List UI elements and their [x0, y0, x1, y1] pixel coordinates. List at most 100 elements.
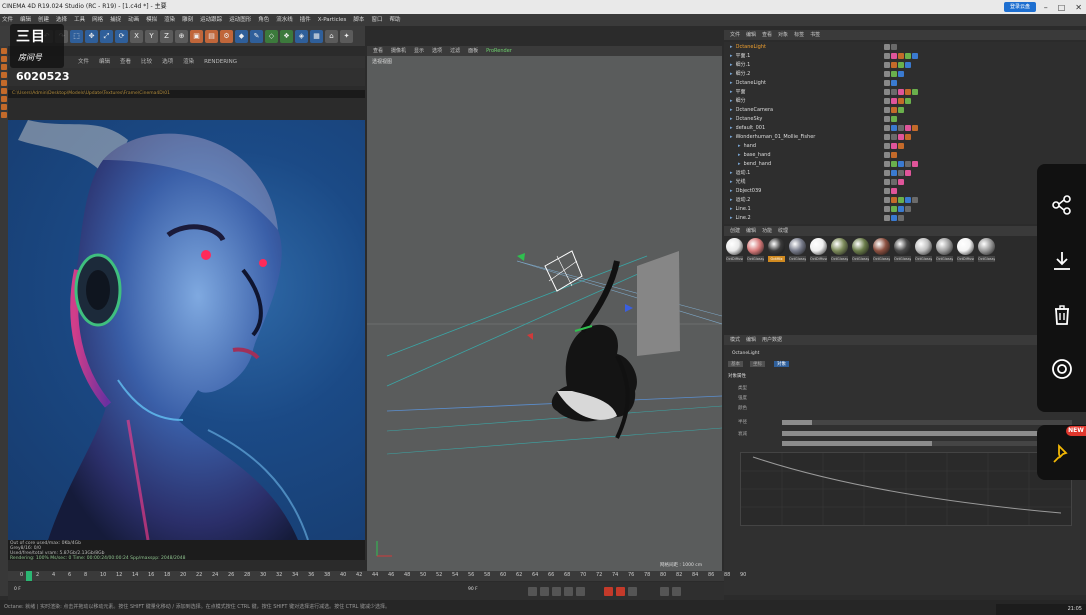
menu-item[interactable]: 窗口 — [371, 14, 382, 26]
attributes-menu-item[interactable]: 模式 — [730, 335, 740, 345]
tag-icon[interactable] — [905, 61, 911, 68]
object-manager-menu-item[interactable]: 文件 — [730, 30, 740, 40]
intensity-slider[interactable] — [782, 441, 932, 446]
array-icon[interactable]: ❖ — [280, 29, 293, 43]
render-view-menu-item[interactable]: 文件 — [78, 56, 89, 68]
visibility-dot[interactable] — [884, 169, 890, 176]
render-view-menu-item[interactable]: 查看 — [120, 56, 131, 68]
tag-icon[interactable] — [891, 70, 897, 77]
tag-icon[interactable] — [898, 106, 904, 113]
pin-icon[interactable] — [1051, 443, 1073, 465]
material-swatch[interactable]: OctGlossy — [873, 238, 890, 262]
menu-item[interactable]: 捕捉 — [110, 14, 121, 26]
tag-icon[interactable] — [905, 196, 911, 203]
render-view-icon[interactable]: ▣ — [190, 29, 203, 43]
menu-item[interactable]: 脚本 — [353, 14, 364, 26]
download-icon[interactable] — [1051, 250, 1073, 272]
tag-icon[interactable] — [905, 52, 911, 59]
tag-icon[interactable] — [905, 169, 911, 176]
visibility-dot[interactable] — [884, 61, 890, 68]
render-view-menu-item[interactable]: 渲染 — [183, 56, 194, 68]
menu-item[interactable]: 运动跟踪 — [200, 14, 222, 26]
model-mode-icon[interactable] — [1, 48, 7, 54]
tag-icon[interactable] — [891, 214, 897, 221]
record-icon[interactable] — [604, 587, 613, 596]
scale-icon[interactable]: ⤢ — [100, 29, 113, 43]
object-row[interactable]: ▸ 平面 — [724, 87, 1086, 96]
tag-icon[interactable] — [898, 169, 904, 176]
tag-icon[interactable] — [898, 70, 904, 77]
menu-item[interactable]: 工具 — [74, 14, 85, 26]
tab-basic[interactable]: 基本 — [728, 361, 743, 367]
tag-icon[interactable] — [898, 97, 904, 104]
visibility-dot[interactable] — [884, 106, 890, 113]
cube-icon[interactable]: ◆ — [235, 29, 248, 43]
menu-item[interactable]: 渲染 — [164, 14, 175, 26]
tag-icon[interactable] — [891, 205, 897, 212]
attributes-menu-item[interactable]: 用户数据 — [762, 335, 782, 345]
tag-icon[interactable] — [912, 52, 918, 59]
object-row[interactable]: ▸ 细分.1 — [724, 60, 1086, 69]
minimize-icon[interactable]: – — [1044, 3, 1048, 12]
record-screen-icon[interactable] — [1051, 358, 1073, 380]
material-swatch[interactable]: OctDiffuse — [957, 238, 974, 262]
visibility-dot[interactable] — [884, 88, 890, 95]
render-settings-icon[interactable]: ⚙ — [220, 29, 233, 43]
visibility-dot[interactable] — [884, 70, 890, 77]
delete-icon[interactable] — [1051, 304, 1073, 326]
menu-item[interactable]: 帮助 — [389, 14, 400, 26]
menu-item[interactable]: X-Particles — [318, 14, 347, 26]
visibility-dot[interactable] — [884, 79, 890, 86]
object-row[interactable]: ▸ base_hand — [724, 150, 1086, 159]
material-swatch[interactable]: OctGlossy — [936, 238, 953, 262]
visibility-dot[interactable] — [884, 133, 890, 140]
material-menu-item[interactable]: 功能 — [762, 226, 772, 236]
render-view-menu-item[interactable]: 比较 — [141, 56, 152, 68]
tab-object[interactable]: 对象 — [774, 361, 789, 367]
viewport-menu-item[interactable]: 选项 — [432, 46, 442, 56]
material-menu-item[interactable]: 编辑 — [746, 226, 756, 236]
axis-mode-icon[interactable] — [1, 88, 7, 94]
tag-icon[interactable] — [905, 97, 911, 104]
tag-icon[interactable] — [898, 196, 904, 203]
lock-icon[interactable] — [1, 112, 7, 118]
tag-icon[interactable] — [898, 178, 904, 185]
object-row[interactable]: ▸ Object039 — [724, 186, 1086, 195]
tag-icon[interactable] — [898, 61, 904, 68]
object-row[interactable]: ▸ Wonderhuman_01_Mollie_Fisher — [724, 132, 1086, 141]
object-manager-menu-item[interactable]: 对象 — [778, 30, 788, 40]
render-view-menu-item[interactable]: 选项 — [162, 56, 173, 68]
tag-icon[interactable] — [912, 124, 918, 131]
go-end-icon[interactable] — [576, 587, 585, 596]
tag-icon[interactable] — [898, 160, 904, 167]
tag-icon[interactable] — [898, 142, 904, 149]
subdivision-icon[interactable]: ◇ — [265, 29, 278, 43]
end-frame-field[interactable]: 90 F — [468, 587, 478, 592]
tag-icon[interactable] — [891, 187, 897, 194]
material-menu-item[interactable]: 纹理 — [778, 226, 788, 236]
coord-system-icon[interactable]: ⊕ — [175, 29, 188, 43]
tag-icon[interactable] — [905, 133, 911, 140]
motion-path-icon[interactable] — [660, 587, 669, 596]
tag-icon[interactable] — [905, 205, 911, 212]
material-swatch[interactable]: OctGlossy — [978, 238, 995, 262]
visibility-dot[interactable] — [884, 43, 890, 50]
menu-item[interactable]: 网格 — [92, 14, 103, 26]
menu-item[interactable]: 角色 — [258, 14, 269, 26]
visibility-dot[interactable] — [884, 142, 890, 149]
viewport-menu-item[interactable]: ProRender — [486, 46, 512, 56]
visibility-dot[interactable] — [884, 178, 890, 185]
timeline-settings-icon[interactable] — [672, 587, 681, 596]
polygons-mode-icon[interactable] — [1, 80, 7, 86]
tag-icon[interactable] — [891, 133, 897, 140]
tag-icon[interactable] — [891, 124, 897, 131]
tag-icon[interactable] — [891, 142, 897, 149]
camera-icon[interactable]: ⌂ — [325, 29, 338, 43]
viewport-menu-item[interactable]: 过滤 — [450, 46, 460, 56]
edges-mode-icon[interactable] — [1, 72, 7, 78]
maximize-icon[interactable]: □ — [1058, 3, 1066, 12]
object-row[interactable]: ▸ hand — [724, 141, 1086, 150]
perspective-viewport[interactable] — [367, 56, 722, 571]
object-row[interactable]: ▸ 运动.2 — [724, 195, 1086, 204]
points-mode-icon[interactable] — [1, 64, 7, 70]
